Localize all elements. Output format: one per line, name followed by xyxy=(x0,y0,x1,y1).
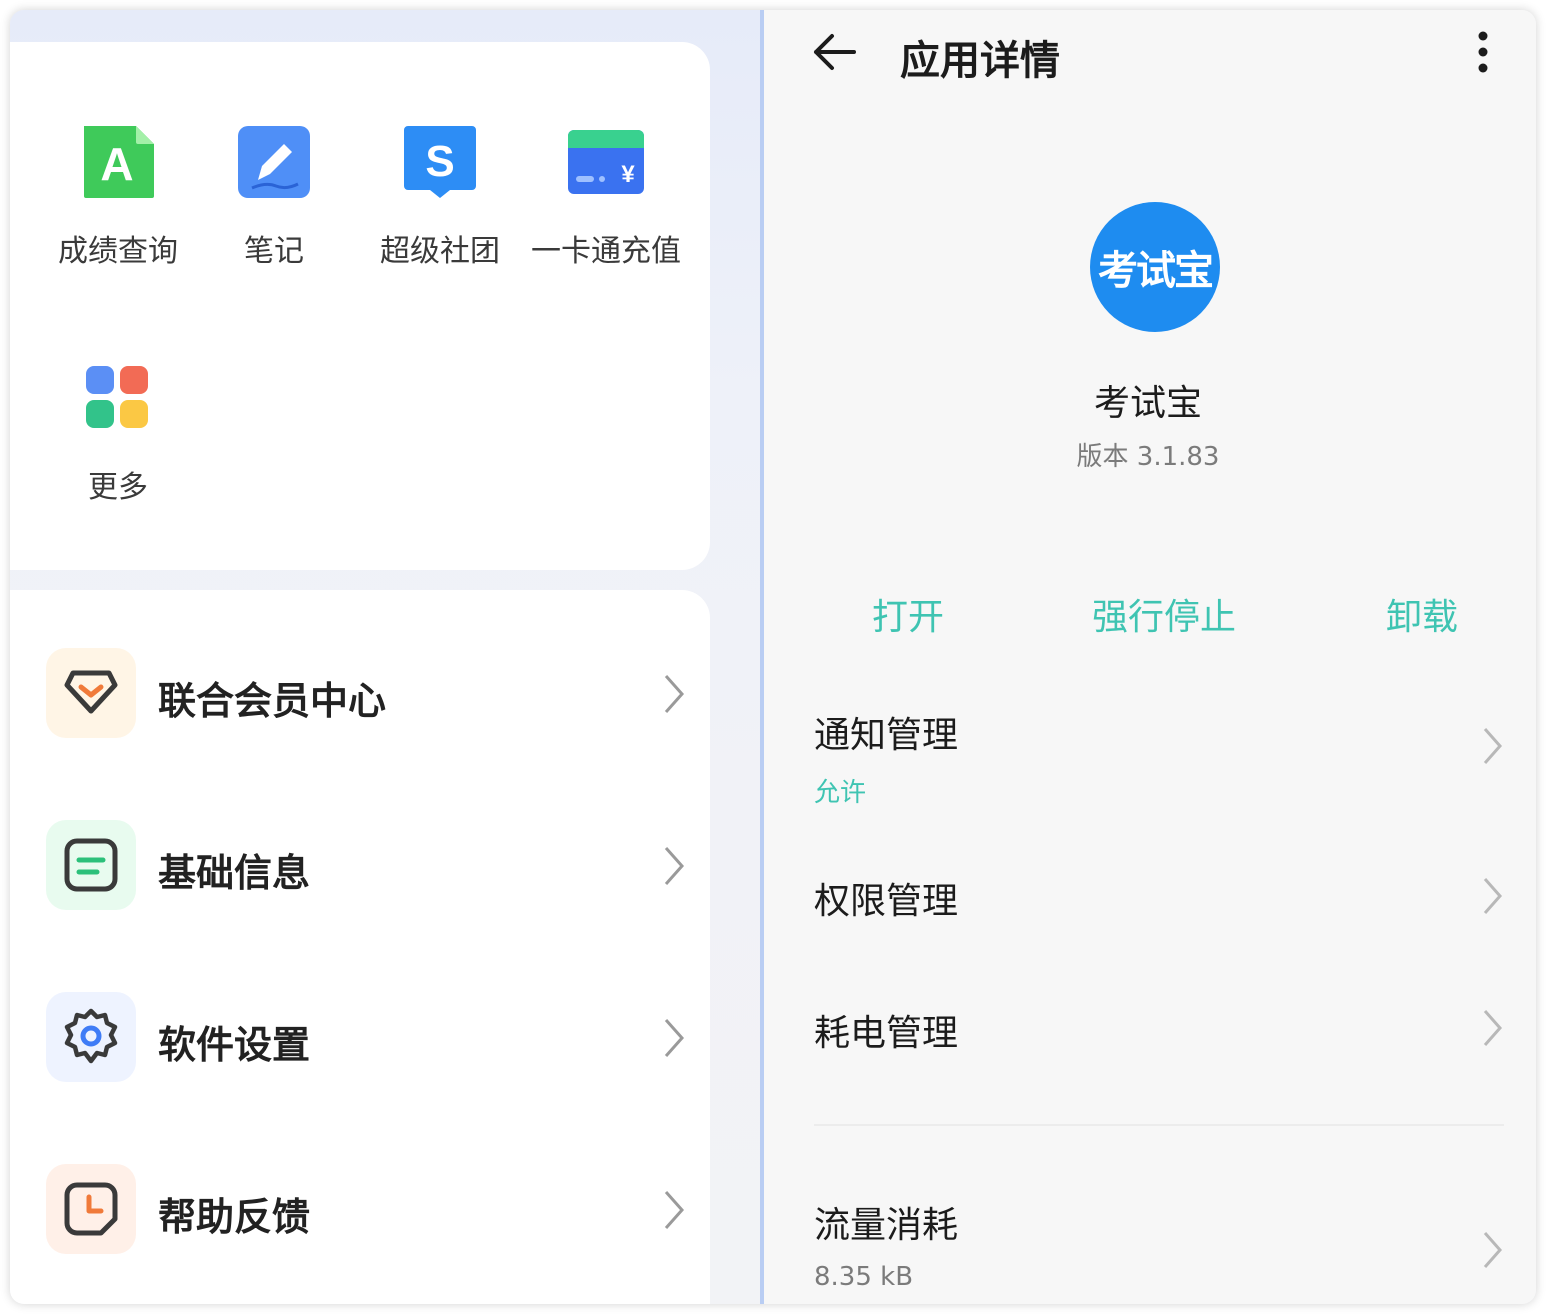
app-super-club[interactable]: S 超级社团 xyxy=(360,124,520,270)
svg-text:A: A xyxy=(100,138,133,190)
uninstall-button[interactable]: 卸载 xyxy=(1386,588,1458,640)
app-more[interactable]: 更多 xyxy=(38,360,198,506)
card-recharge-icon: ¥ xyxy=(568,124,644,200)
setting-title: 权限管理 xyxy=(814,881,959,922)
more-vertical-icon[interactable] xyxy=(1476,30,1490,74)
settings-gear-icon xyxy=(46,992,136,1082)
app-label: 超级社团 xyxy=(380,234,500,269)
app-icon: 考试宝 xyxy=(1090,202,1220,332)
setting-title: 通知管理 xyxy=(814,715,959,756)
more-grid-icon xyxy=(80,360,156,436)
setting-battery-management[interactable]: 耗电管理 xyxy=(814,1004,1504,1064)
app-notes[interactable]: 笔记 xyxy=(194,124,354,270)
chevron-right-icon xyxy=(1483,1010,1503,1046)
app-card-recharge[interactable]: ¥ 一卡通充值 xyxy=(526,124,686,270)
setting-notification-management[interactable]: 通知管理 允许 xyxy=(814,706,1504,808)
app-label: 一卡通充值 xyxy=(531,234,681,269)
menu-label: 帮助反馈 xyxy=(158,1195,311,1239)
member-heart-icon xyxy=(46,648,136,738)
menu-item-member-center[interactable]: 联合会员中心 xyxy=(46,648,686,740)
menu-label: 联合会员中心 xyxy=(158,679,387,723)
chevron-right-icon xyxy=(664,1019,685,1057)
chevron-right-icon xyxy=(664,675,685,713)
menu-label: 基础信息 xyxy=(158,851,311,895)
setting-subtitle: 允许 xyxy=(814,778,867,808)
page-title: 应用详情 xyxy=(900,38,1060,84)
setting-title: 流量消耗 xyxy=(814,1205,959,1246)
svg-text:S: S xyxy=(425,137,454,186)
menu-item-basic-info[interactable]: 基础信息 xyxy=(46,820,686,912)
app-name: 考试宝 xyxy=(1093,383,1202,424)
app-version: 版本 3.1.83 xyxy=(1076,442,1220,472)
apps-card: A 成绩查询 笔记 S 超级社团 ¥ 一卡通充值 更多 xyxy=(10,42,710,570)
club-s-icon: S xyxy=(402,124,478,200)
menu-label: 软件设置 xyxy=(158,1023,311,1067)
svg-text:¥: ¥ xyxy=(621,161,635,188)
app-label: 笔记 xyxy=(244,234,304,269)
app-label: 成绩查询 xyxy=(58,234,178,269)
force-stop-button[interactable]: 强行停止 xyxy=(1092,588,1236,640)
open-button[interactable]: 打开 xyxy=(872,588,944,640)
app-label: 更多 xyxy=(88,470,148,505)
menu-item-help-feedback[interactable]: 帮助反馈 xyxy=(46,1164,686,1256)
screenshot-frame: A 成绩查询 笔记 S 超级社团 ¥ 一卡通充值 更多 联合会员中心 基础信息 … xyxy=(10,10,1536,1304)
menu-card: 联合会员中心 基础信息 软件设置 帮助反馈 xyxy=(10,590,710,1304)
setting-title: 耗电管理 xyxy=(814,1013,959,1054)
chevron-right-icon xyxy=(1483,728,1503,764)
chevron-right-icon xyxy=(664,847,685,885)
back-arrow-icon[interactable] xyxy=(810,32,858,72)
section-divider xyxy=(814,1124,1504,1126)
chevron-right-icon xyxy=(664,1191,685,1229)
feedback-clock-icon xyxy=(46,1164,136,1254)
setting-subtitle: 8.35 kB xyxy=(814,1262,914,1292)
app-grade-query[interactable]: A 成绩查询 xyxy=(38,124,198,270)
menu-item-software-settings[interactable]: 软件设置 xyxy=(46,992,686,1084)
info-card-icon xyxy=(46,820,136,910)
app-details-panel: 应用详情 考试宝 考试宝 版本 3.1.83 打开 强行停止 卸载 通知管理 允… xyxy=(760,10,1536,1304)
note-pen-icon xyxy=(236,124,312,200)
setting-data-usage[interactable]: 流量消耗 8.35 kB xyxy=(814,1196,1504,1296)
chevron-right-icon xyxy=(1483,1232,1503,1268)
chevron-right-icon xyxy=(1483,878,1503,914)
left-panel: A 成绩查询 笔记 S 超级社团 ¥ 一卡通充值 更多 联合会员中心 基础信息 … xyxy=(10,10,760,1304)
grade-a-icon: A xyxy=(80,124,156,200)
setting-permission-management[interactable]: 权限管理 xyxy=(814,872,1504,932)
panel-divider xyxy=(760,10,764,1304)
